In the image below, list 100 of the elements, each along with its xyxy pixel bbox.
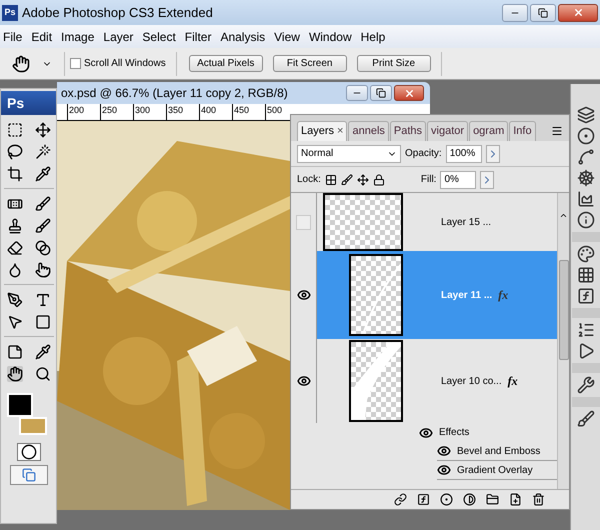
lock-label: Lock: xyxy=(297,173,321,187)
menu-item[interactable]: Edit xyxy=(28,28,56,46)
quick-mask-icon[interactable] xyxy=(16,443,40,461)
ruler-number: 450 xyxy=(232,104,265,120)
menu-item[interactable]: Layer xyxy=(100,28,136,46)
layer-name: Layer 11 ... xyxy=(441,288,492,302)
visibility-toggle[interactable] xyxy=(296,214,311,230)
effects-label: fx xyxy=(498,287,508,304)
link-icon[interactable] xyxy=(394,493,407,506)
zoom-icon[interactable] xyxy=(34,366,50,382)
layer-row[interactable]: Layer 11 ... fx xyxy=(291,251,557,339)
histogram-icon[interactable] xyxy=(576,190,594,208)
app-logo: Ps xyxy=(2,4,18,20)
lock-position-icon[interactable] xyxy=(356,174,369,186)
effect-name[interactable]: Effects xyxy=(439,425,470,440)
scroll-thumb[interactable] xyxy=(558,260,568,360)
screen-mode-button[interactable] xyxy=(10,465,48,485)
marquee-icon[interactable] xyxy=(6,122,22,138)
scrollbar[interactable] xyxy=(557,193,569,489)
eye-icon[interactable] xyxy=(296,288,310,302)
layer-row[interactable]: Layer 10 co... fx xyxy=(291,339,557,423)
menu-item[interactable]: Analysis xyxy=(217,28,268,46)
eye-icon[interactable] xyxy=(437,444,451,458)
effect-name[interactable]: Gradient Overlay xyxy=(457,462,533,478)
droplet-icon[interactable] xyxy=(6,262,22,278)
panel-tab[interactable]: vigator xyxy=(427,121,468,141)
panel-tab[interactable]: Paths xyxy=(390,121,426,141)
scroll-up-icon[interactable] xyxy=(559,211,568,220)
menu-item[interactable]: View xyxy=(271,28,303,46)
fill-label: Fill: xyxy=(420,173,436,187)
magic-wand-icon[interactable] xyxy=(34,144,50,160)
menu-item[interactable]: File xyxy=(0,28,26,46)
menu-item[interactable]: Filter xyxy=(182,28,214,46)
type-icon[interactable] xyxy=(34,292,50,308)
function-icon[interactable] xyxy=(417,493,430,506)
crop-icon[interactable] xyxy=(6,166,22,182)
lasso-icon[interactable] xyxy=(6,144,22,160)
menu-item[interactable]: Select xyxy=(139,28,179,46)
close-button[interactable] xyxy=(558,4,598,22)
eye-icon[interactable] xyxy=(437,463,451,477)
layer-name: Layer 10 co... xyxy=(441,374,502,388)
move-icon[interactable] xyxy=(34,122,50,138)
tools-icon[interactable] xyxy=(576,376,594,394)
arrow-pointer-icon[interactable] xyxy=(6,314,22,330)
menu-item[interactable]: Image xyxy=(58,28,98,46)
pen-icon[interactable] xyxy=(6,292,22,308)
folder-icon[interactable] xyxy=(486,493,499,506)
panel-tab[interactable]: Layers × xyxy=(297,121,348,141)
lock-pixels-icon[interactable] xyxy=(340,174,353,186)
eraser-icon[interactable] xyxy=(6,240,22,256)
info-icon[interactable] xyxy=(576,211,594,229)
maximize-icon xyxy=(538,8,548,18)
brush-icon[interactable] xyxy=(34,196,50,212)
foreground-swatch[interactable] xyxy=(6,393,32,417)
menu-item[interactable]: Window xyxy=(306,28,355,46)
eye-icon[interactable] xyxy=(419,426,433,440)
stamp-icon[interactable] xyxy=(6,218,22,234)
rectangle-icon[interactable] xyxy=(34,314,50,330)
option-button[interactable]: Actual Pixels xyxy=(188,55,263,72)
layer-row[interactable]: Layer 15 ... xyxy=(291,193,557,251)
eyedropper-icon[interactable] xyxy=(34,344,50,360)
maximize-button[interactable] xyxy=(530,4,556,22)
maximize-button[interactable] xyxy=(370,85,392,101)
lock-transparency-icon[interactable] xyxy=(324,174,337,186)
eye-icon[interactable] xyxy=(296,374,310,388)
opacity-field[interactable]: 100% xyxy=(446,144,482,162)
lock-icon[interactable] xyxy=(372,174,385,186)
function-icon[interactable] xyxy=(576,287,594,305)
hand-icon[interactable] xyxy=(6,366,22,382)
menu-item[interactable]: Help xyxy=(358,28,388,46)
paths-icon[interactable] xyxy=(576,148,594,166)
panel-menu-icon[interactable] xyxy=(551,125,563,137)
close-button[interactable] xyxy=(394,85,424,101)
swatches-grid-icon[interactable] xyxy=(576,266,594,284)
ship-wheel-icon[interactable] xyxy=(576,169,594,187)
fill-field[interactable]: 0% xyxy=(440,170,476,188)
history-brush-icon[interactable] xyxy=(34,218,50,234)
brushes-icon[interactable] xyxy=(576,410,594,428)
blend-mode-dropdown[interactable]: Normal xyxy=(297,144,401,162)
tab-close[interactable]: × xyxy=(337,123,344,140)
checkbox[interactable] xyxy=(70,58,81,69)
panel-tab[interactable]: Info xyxy=(509,121,536,141)
adjustment-icon[interactable] xyxy=(463,493,476,506)
close-icon xyxy=(572,7,584,18)
mask-icon[interactable] xyxy=(440,493,453,506)
trash-icon[interactable] xyxy=(532,493,545,506)
option-button[interactable]: Fit Screen xyxy=(272,55,347,72)
background-swatch[interactable] xyxy=(18,417,46,435)
panel-tab[interactable]: annels xyxy=(348,121,389,141)
option-button[interactable]: Print Size xyxy=(356,55,431,72)
palette-icon[interactable] xyxy=(576,245,594,263)
layers-icon[interactable] xyxy=(576,106,594,124)
effect-name[interactable]: Bevel and Emboss xyxy=(457,444,540,458)
effects-label: fx xyxy=(508,373,518,390)
note-icon[interactable] xyxy=(6,344,22,360)
hand-icon[interactable] xyxy=(12,54,30,72)
close-icon xyxy=(404,88,414,98)
new-layer-icon[interactable] xyxy=(509,493,522,506)
panel-tab[interactable]: ogram xyxy=(469,121,508,141)
dock-group-header xyxy=(572,363,600,373)
